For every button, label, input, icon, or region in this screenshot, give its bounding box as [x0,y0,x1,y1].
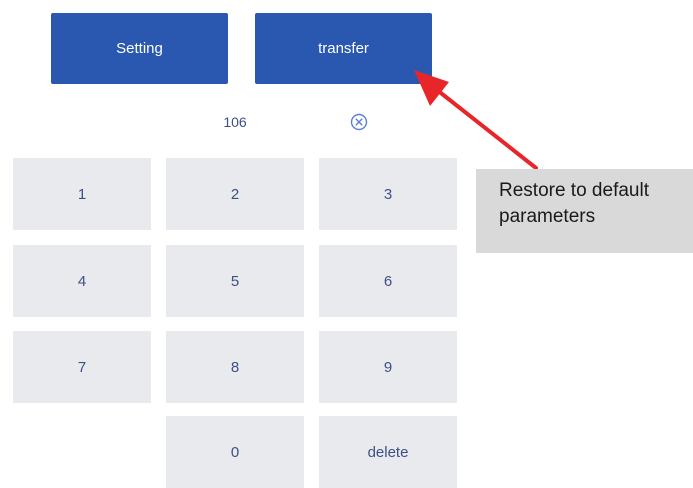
input-display: 106 [223,114,247,130]
key-9[interactable]: 9 [319,331,457,403]
key-7[interactable]: 7 [13,331,151,403]
annotation-callout: Restore to default parameters [476,169,693,253]
key-6[interactable]: 6 [319,245,457,317]
setting-button[interactable]: Setting [51,13,228,84]
key-3[interactable]: 3 [319,158,457,230]
clear-circle-icon-glyph [350,113,368,131]
clear-circle-icon[interactable] [348,111,370,133]
key-4[interactable]: 4 [13,245,151,317]
annotation-text-line2: parameters [499,206,596,227]
key-5[interactable]: 5 [166,245,304,317]
annotation-text-line1: Restore to default [499,180,649,201]
transfer-button[interactable]: transfer [255,13,432,84]
key-8[interactable]: 8 [166,331,304,403]
key-0[interactable]: 0 [166,416,304,488]
delete-key[interactable]: delete [319,416,457,488]
key-1[interactable]: 1 [13,158,151,230]
key-2[interactable]: 2 [166,158,304,230]
